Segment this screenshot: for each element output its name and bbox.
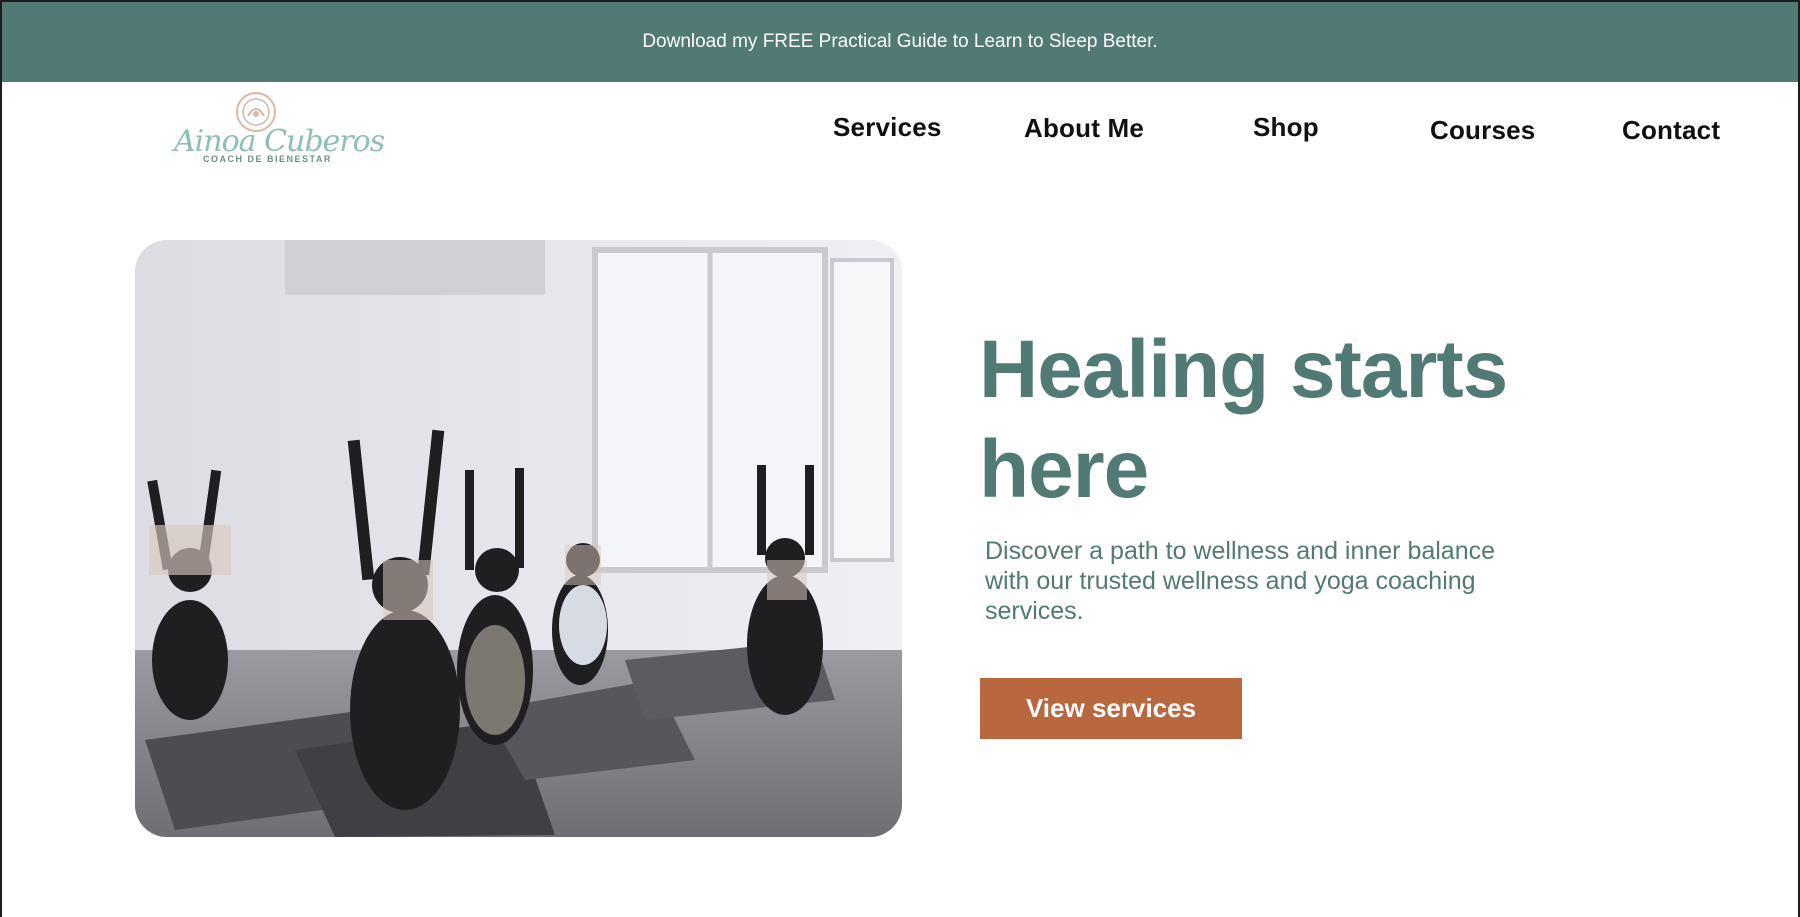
logo-subtitle: COACH DE BIENESTAR bbox=[203, 154, 332, 164]
nav-item-contact[interactable]: Contact bbox=[1622, 115, 1720, 146]
yoga-class-photo-icon bbox=[135, 240, 902, 837]
main-nav: Services About Me Shop Courses Contact bbox=[2, 110, 1798, 150]
nav-item-courses[interactable]: Courses bbox=[1430, 115, 1535, 146]
hero-image bbox=[135, 240, 902, 837]
page-frame: Download my FREE Practical Guide to Lear… bbox=[0, 0, 1800, 917]
hero-description: Discover a path to wellness and inner ba… bbox=[985, 537, 1496, 625]
nav-item-about-me[interactable]: About Me bbox=[1024, 113, 1144, 144]
nav-item-services[interactable]: Services bbox=[833, 112, 942, 143]
nav-item-shop[interactable]: Shop bbox=[1253, 112, 1319, 143]
hero-title: Healing starts here bbox=[979, 324, 1508, 515]
announcement-bar[interactable]: Download my FREE Practical Guide to Lear… bbox=[2, 2, 1798, 82]
announcement-link[interactable]: Download my FREE Practical Guide to Lear… bbox=[642, 31, 1157, 53]
view-services-button[interactable]: View services bbox=[980, 678, 1242, 739]
